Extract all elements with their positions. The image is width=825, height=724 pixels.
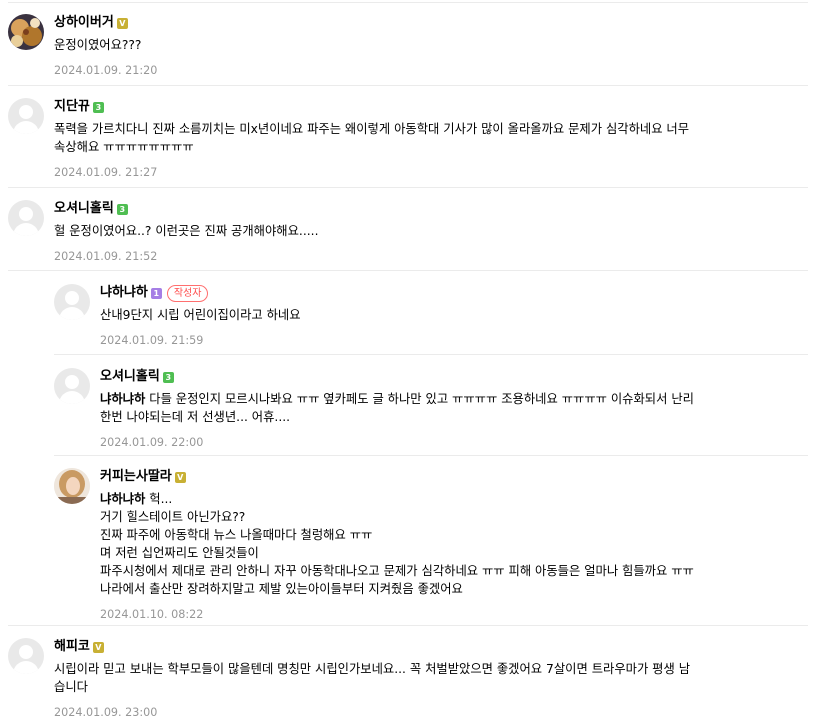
level-badge-icon: V [116,17,128,29]
comment-text: 헐 운정이였어요..? 이런곳은 진짜 공개해야해요..... [54,224,319,238]
default-avatar-icon[interactable] [54,368,90,404]
nickname[interactable]: 지단뀨 [54,98,90,116]
nickname[interactable]: 냐하냐하 [100,284,148,302]
nickname[interactable]: 커피는사딸라 [100,468,172,486]
level-badge-icon: 3 [92,101,104,113]
comment-text: 산내9단지 시립 어린이집이라고 하네요 [100,308,301,322]
level-badge-icon: 3 [162,371,174,383]
mention-link[interactable]: 냐하냐하 [100,392,145,406]
default-avatar-icon[interactable] [54,284,90,320]
avatar[interactable] [54,468,90,504]
comment-text: 운정이였어요??? [54,38,142,52]
level-badge-icon: 1 [150,287,162,299]
nickname[interactable]: 오셔니홀릭 [100,368,160,386]
default-avatar-icon[interactable] [8,98,44,134]
comment-date: 2024.01.09. 23:00 [54,706,158,719]
separator [8,187,808,188]
comment-text: 냐하냐하 헉... 거기 힐스테이트 아닌가요?? 진짜 파주에 아동학대 뉴스 … [100,492,694,596]
avatar[interactable] [8,14,44,50]
comment-date: 2024.01.09. 21:59 [100,334,204,347]
separator [8,270,808,271]
comment-date: 2024.01.09. 21:20 [54,64,158,77]
nickname[interactable]: 상하이버거 [54,14,114,32]
default-avatar-icon[interactable] [8,638,44,674]
comment-date: 2024.01.09. 22:00 [100,436,204,449]
comment-date: 2024.01.10. 08:22 [100,608,204,621]
nickname[interactable]: 오셔니홀릭 [54,200,114,218]
separator [8,2,808,3]
separator [8,85,808,86]
comment-text: 시립이라 믿고 보내는 학부모들이 많을텐데 명칭만 시립인가보네요... 꼭 … [54,662,691,694]
comment-date: 2024.01.09. 21:52 [54,250,158,263]
comment-text: 냐하냐하 다들 운정인지 모르시나봐요 ㅠㅠ 옆카페도 글 하나만 있고 ㅠㅠㅠㅠ… [100,392,694,424]
comment-text: 폭력을 가르치다니 진짜 소름끼치는 미x년이네요 파주는 왜이렇게 아동학대 … [54,122,690,154]
level-badge-icon: V [174,471,186,483]
mention-link[interactable]: 냐하냐하 [100,492,145,506]
author-badge: 작성자 [166,284,209,302]
separator [54,354,808,355]
nickname[interactable]: 해피코 [54,638,90,656]
level-badge-icon: V [92,641,104,653]
comment-date: 2024.01.09. 21:27 [54,166,158,179]
default-avatar-icon[interactable] [8,200,44,236]
separator [8,625,808,626]
level-badge-icon: 3 [116,203,128,215]
separator [54,455,808,456]
